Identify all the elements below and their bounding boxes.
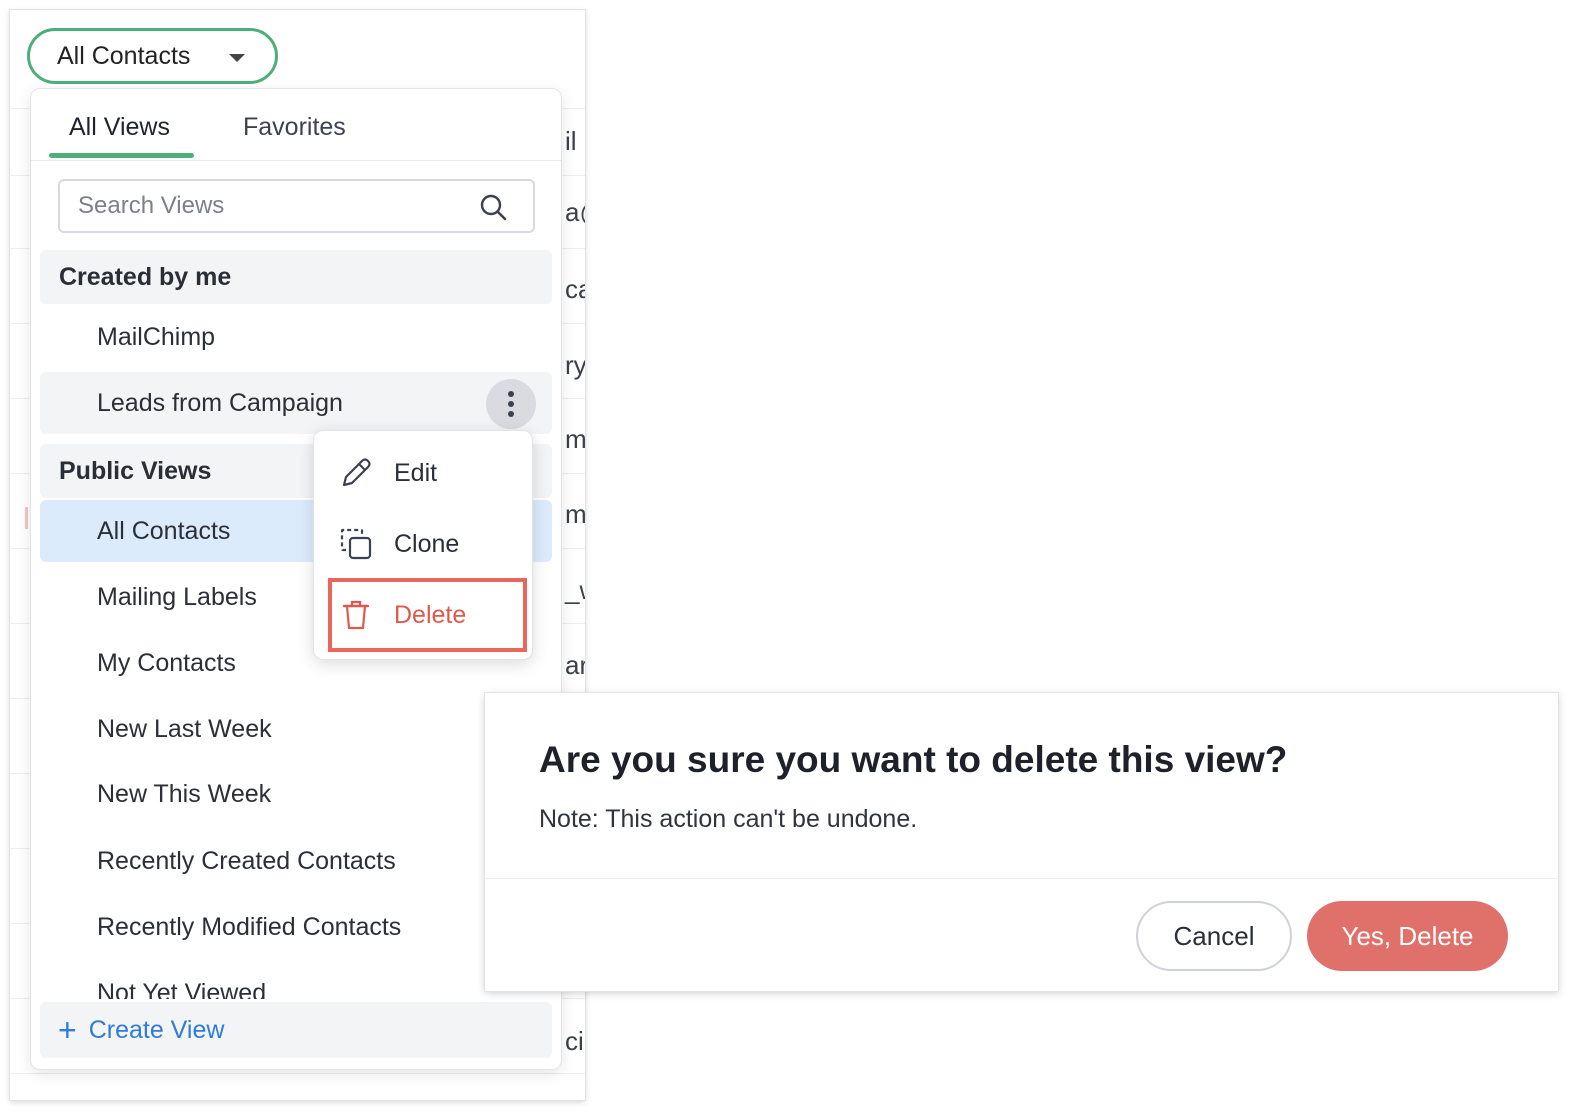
- table-row-divider: [10, 1073, 585, 1074]
- view-item-new-last-week[interactable]: New Last Week: [40, 698, 552, 760]
- search-icon[interactable]: [479, 193, 507, 221]
- menu-item-label: Edit: [394, 458, 438, 487]
- table-cell-fragment: ca: [565, 274, 585, 304]
- create-view-label: Create View: [88, 1015, 225, 1044]
- view-context-menu: Edit Clone Delete: [313, 430, 533, 660]
- dialog-title: Are you sure you want to delete this vie…: [539, 739, 1288, 780]
- dialog-note: Note: This action can't be undone.: [539, 805, 918, 833]
- table-cell-fragment: ar: [565, 650, 585, 680]
- clone-icon: [340, 528, 372, 560]
- table-cell-fragment: ci: [565, 1026, 584, 1056]
- menu-item-label: Clone: [394, 529, 460, 558]
- table-cell-fragment: _w: [565, 575, 585, 605]
- cancel-button[interactable]: Cancel: [1136, 901, 1292, 971]
- view-item-recently-modified-contacts[interactable]: Recently Modified Contacts: [40, 896, 552, 958]
- section-header-created-by-me: Created by me: [40, 250, 552, 304]
- view-item-leads-from-campaign[interactable]: Leads from Campaign: [40, 372, 552, 434]
- view-selector-label: All Contacts: [57, 41, 191, 70]
- search-views-input[interactable]: [78, 191, 458, 221]
- menu-item-edit[interactable]: Edit: [314, 441, 534, 505]
- table-cell-fragment: m: [565, 424, 585, 454]
- view-item-not-yet-viewed[interactable]: Not Yet Viewed: [97, 979, 266, 999]
- menu-item-clone[interactable]: Clone: [314, 512, 534, 576]
- table-cell-fragment: a@: [565, 197, 585, 227]
- table-cell-fragment: m: [565, 499, 585, 529]
- plus-icon: +: [58, 1012, 77, 1048]
- delete-confirmation-dialog: Are you sure you want to delete this vie…: [485, 693, 1558, 991]
- tab-favorites[interactable]: Favorites: [243, 113, 346, 142]
- view-item-recently-created-contacts[interactable]: Recently Created Contacts: [40, 830, 552, 892]
- table-cell-fragment: il: [565, 126, 577, 156]
- confirm-delete-button[interactable]: Yes, Delete: [1307, 901, 1508, 971]
- menu-item-delete[interactable]: Delete: [314, 583, 534, 647]
- view-selector-dropdown[interactable]: All Contacts: [27, 28, 278, 84]
- more-options-icon[interactable]: [486, 379, 536, 429]
- menu-item-label: Delete: [394, 600, 467, 629]
- views-tabs: All Views Favorites: [31, 89, 561, 161]
- view-item-mailchimp[interactable]: MailChimp: [40, 306, 552, 368]
- view-item-label: Leads from Campaign: [97, 388, 343, 417]
- pencil-icon: [342, 458, 371, 487]
- create-view-button[interactable]: + Create View: [40, 1002, 552, 1058]
- trash-icon: [342, 600, 370, 630]
- view-item-new-this-week[interactable]: New This Week: [40, 763, 552, 825]
- active-tab-indicator: [49, 153, 194, 158]
- table-cell-fragment: ry: [565, 350, 585, 380]
- tab-all-views[interactable]: All Views: [69, 113, 170, 142]
- caret-down-icon: [229, 54, 245, 62]
- search-views-box: [58, 179, 535, 233]
- dialog-divider: [485, 878, 1558, 879]
- row-marker: [25, 507, 28, 529]
